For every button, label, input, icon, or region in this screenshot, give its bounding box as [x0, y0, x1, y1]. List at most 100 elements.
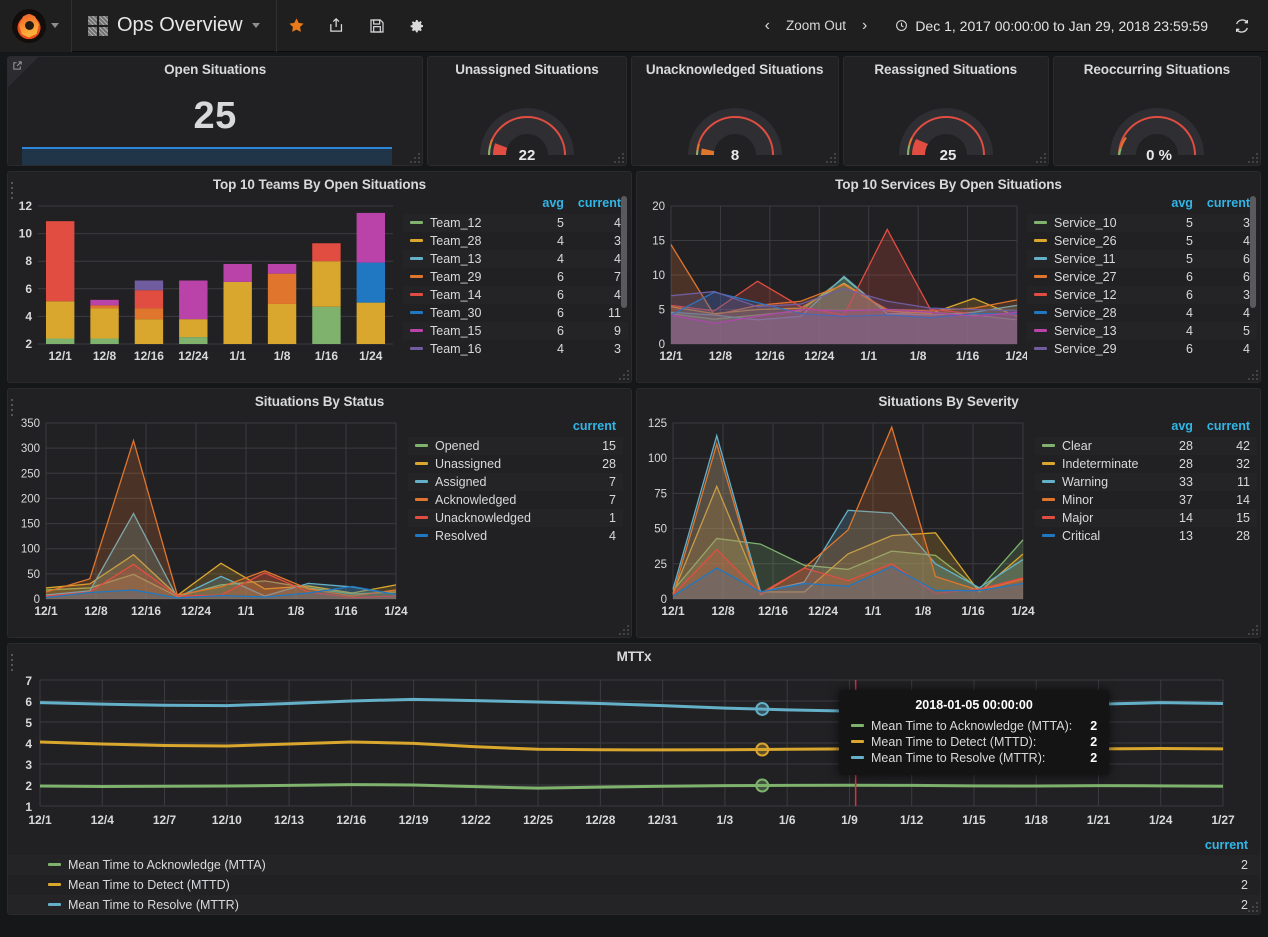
series-color-swatch[interactable]	[48, 883, 61, 887]
legend-series-name[interactable]: Warning	[1035, 473, 1165, 491]
share-icon[interactable]	[317, 0, 357, 52]
legend-series-name[interactable]: Team_29	[403, 268, 535, 286]
legend-series-name[interactable]: Resolved	[408, 527, 566, 545]
plot-area-teams[interactable]: 2 4 6 8 10 12 12/1 12/8 12/16 12/24 1/1 1/8 1/16 1/24	[8, 194, 403, 379]
panel-resize-handle[interactable]	[1246, 900, 1258, 912]
series-color-swatch[interactable]	[415, 498, 428, 502]
legend-item[interactable]: Team_14 6 4	[403, 286, 628, 304]
time-shift-back-button[interactable]: ‹	[759, 14, 776, 38]
series-color-swatch[interactable]	[48, 903, 61, 907]
panel-unacknowledged-situations[interactable]: Unacknowledged Situations 8	[630, 56, 839, 166]
plot-area-severity[interactable]: 0 25 50 75 100 125 12/1 12/8 12/16 12/24 1/1 1/8 1/1…	[637, 411, 1035, 634]
legend-item[interactable]: Clear 28 42	[1035, 437, 1257, 455]
legend-item[interactable]: Opened 15	[408, 437, 623, 455]
star-icon[interactable]	[277, 0, 317, 52]
series-color-swatch[interactable]	[410, 257, 423, 261]
series-color-swatch[interactable]	[410, 221, 423, 225]
legend-series-name[interactable]: Clear	[1035, 437, 1165, 455]
legend-series-name[interactable]: Service_28	[1027, 304, 1164, 322]
series-color-swatch[interactable]	[415, 462, 428, 466]
legend-item[interactable]: Team_15 6 9	[403, 322, 628, 340]
legend-series-name[interactable]: Unassigned	[408, 455, 566, 473]
legend-item[interactable]: Mean Time to Acknowledge (MTTA) 2	[8, 855, 1260, 875]
series-color-swatch[interactable]	[1034, 329, 1047, 333]
series-color-swatch[interactable]	[1034, 293, 1047, 297]
plot-area-status[interactable]: 0 50 100 150 200 250 300 350 12/1 12/8 12/16 12/24 1…	[8, 411, 408, 634]
legend-item[interactable]: Major 14 15	[1035, 509, 1257, 527]
panel-resize-handle[interactable]	[1246, 623, 1258, 635]
gear-icon[interactable]	[397, 0, 437, 52]
series-color-swatch[interactable]	[415, 444, 428, 448]
legend-item[interactable]: Service_10 5 3	[1027, 214, 1257, 232]
series-color-swatch[interactable]	[1034, 257, 1047, 261]
legend-series-name[interactable]: Team_13	[403, 250, 536, 268]
legend-item[interactable]: Mean Time to Resolve (MTTR) 2	[8, 895, 1260, 914]
series-color-swatch[interactable]	[1034, 311, 1047, 315]
panel-resize-handle[interactable]	[824, 151, 836, 163]
plot-area-mttx[interactable]: 1 2 3 4 5 6 7 12/1 12/4 12/7 12/10 12/13 12/16 12/19 1…	[8, 666, 1260, 828]
legend-series-name[interactable]: Team_28	[403, 232, 535, 250]
legend-item[interactable]: Mean Time to Detect (MTTD) 2	[8, 875, 1260, 895]
legend-series-name[interactable]: Minor	[1035, 491, 1164, 509]
series-color-swatch[interactable]	[1034, 347, 1047, 351]
legend-status[interactable]: current Opened 15 Unassigned 28 Assigned 7 Ack…	[408, 411, 623, 634]
panel-resize-handle[interactable]	[1246, 151, 1258, 163]
legend-item[interactable]: Team_16 4 3	[403, 340, 628, 358]
legend-series-name[interactable]: Critical	[1035, 527, 1164, 545]
panel-reassigned-situations[interactable]: Reassigned Situations 25	[842, 56, 1049, 166]
save-icon[interactable]	[357, 0, 397, 52]
series-color-swatch[interactable]	[1042, 534, 1055, 538]
time-shift-forward-button[interactable]: ›	[856, 14, 873, 38]
legend-item[interactable]: Assigned 7	[408, 473, 623, 491]
zoom-out-button[interactable]: Zoom Out	[786, 18, 846, 33]
series-color-swatch[interactable]	[48, 863, 61, 867]
legend-series-name[interactable]: Indeterminate	[1035, 455, 1164, 473]
plot-area-services[interactable]: 0 5 10 15 20 12/1 12/8 12/16 12/24 1/1 1/8 1/16 1/24	[637, 194, 1029, 379]
legend-series-name[interactable]: Service_13	[1027, 322, 1165, 340]
panel-mttx[interactable]: MTTx 1 2 3 4 5 6 7 12/1 12/4 12/7 12/10 12/13 12/16 1…	[7, 643, 1261, 915]
legend-series-name[interactable]: Team_15	[403, 322, 536, 340]
legend-item[interactable]: Service_12 6 3	[1027, 286, 1257, 304]
legend-item[interactable]: Resolved 4	[408, 527, 623, 545]
series-color-swatch[interactable]	[410, 347, 423, 351]
legend-item[interactable]: Team_29 6 7	[403, 268, 628, 286]
legend-item[interactable]: Indeterminate 28 32	[1035, 455, 1257, 473]
series-color-swatch[interactable]	[415, 480, 428, 484]
legend-item[interactable]: Warning 33 11	[1035, 473, 1257, 491]
legend-item[interactable]: Service_29 6 4	[1027, 340, 1257, 358]
legend-item[interactable]: Team_13 4 4	[403, 250, 628, 268]
panel-unassigned-situations[interactable]: Unassigned Situations 22	[427, 56, 627, 166]
legend-services[interactable]: avg current Service_10 5 3 Service_26 5 4 Serv…	[1027, 194, 1257, 370]
panel-resize-handle[interactable]	[617, 623, 629, 635]
series-color-swatch[interactable]	[410, 293, 423, 297]
legend-item[interactable]: Team_12 5 4	[403, 214, 628, 232]
series-color-swatch[interactable]	[415, 516, 428, 520]
series-color-swatch[interactable]	[1034, 221, 1047, 225]
grafana-logo-icon[interactable]	[12, 8, 46, 43]
legend-series-name[interactable]: Mean Time to Acknowledge (MTTA)	[8, 855, 1040, 875]
series-color-swatch[interactable]	[1042, 444, 1055, 448]
legend-series-name[interactable]: Service_12	[1027, 286, 1165, 304]
time-range-picker[interactable]: Dec 1, 2017 00:00:00 to Jan 29, 2018 23:…	[873, 18, 1226, 34]
series-color-swatch[interactable]	[1034, 275, 1047, 279]
legend-series-name[interactable]: Team_30	[403, 304, 535, 322]
panel-resize-handle[interactable]	[408, 151, 421, 163]
panel-situations-by-severity[interactable]: Situations By Severity 0 25 50 75 100 125 12/1…	[636, 388, 1261, 638]
chevron-down-icon[interactable]	[251, 23, 260, 28]
legend-mttx[interactable]: current Mean Time to Acknowledge (MTTA) 2…	[8, 828, 1260, 914]
legend-item[interactable]: Minor 37 14	[1035, 491, 1257, 509]
series-color-swatch[interactable]	[1034, 239, 1047, 243]
legend-item[interactable]: Service_26 5 4	[1027, 232, 1257, 250]
legend-series-name[interactable]: Assigned	[408, 473, 566, 491]
panel-reoccurring-situations[interactable]: Reoccurring Situations 0 %	[1052, 56, 1261, 166]
legend-item[interactable]: Team_30 6 11	[403, 304, 628, 322]
series-color-swatch[interactable]	[415, 534, 428, 538]
legend-series-name[interactable]: Team_12	[403, 214, 536, 232]
legend-item[interactable]: Service_27 6 6	[1027, 268, 1257, 286]
panel-top10-teams[interactable]: Top 10 Teams By Open Situations 2 4 6 8 10 12…	[7, 171, 632, 383]
refresh-icon[interactable]	[1226, 18, 1258, 34]
legend-series-name[interactable]: Service_10	[1027, 214, 1165, 232]
legend-series-name[interactable]: Opened	[408, 437, 566, 455]
legend-item[interactable]: Critical 13 28	[1035, 527, 1257, 545]
legend-series-name[interactable]: Service_26	[1027, 232, 1164, 250]
